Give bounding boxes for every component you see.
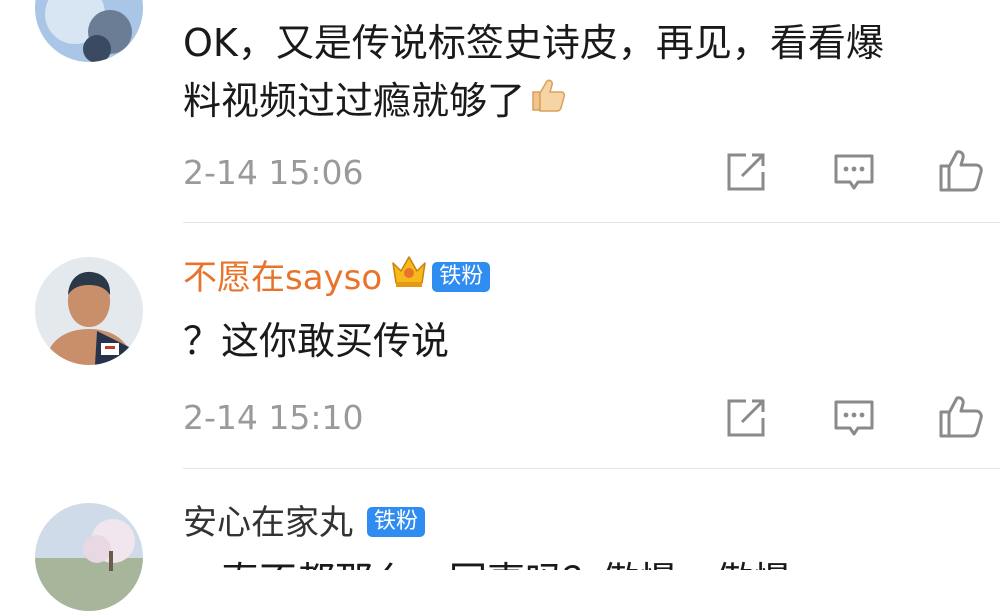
comment-1-like-button[interactable]: [938, 148, 983, 192]
comment-divider: [183, 222, 1000, 223]
comment-divider: [183, 468, 1000, 469]
like-icon: [939, 150, 983, 192]
like-icon: [939, 396, 983, 438]
comment-1-forward-button[interactable]: [724, 150, 768, 194]
share-edit-icon: [727, 399, 765, 437]
comment-2-like-button[interactable]: [938, 394, 983, 438]
fan-badge: 铁粉: [432, 261, 491, 292]
comment-3-username[interactable]: 安心在家丸 铁粉: [183, 501, 426, 545]
comment-2-avatar[interactable]: [35, 257, 143, 365]
comment-2-timestamp: 2-14 15:10: [183, 398, 364, 437]
comment-1-reply-button[interactable]: [832, 150, 876, 194]
comment-icon: [834, 154, 874, 190]
comment-2-text: ？这你敢买传说: [183, 319, 450, 363]
comment-1-text-line2: 料视频过过瘾就够了: [183, 72, 567, 133]
share-edit-icon: [727, 153, 765, 191]
fan-badge: 铁粉: [367, 506, 426, 537]
comment-2-forward-button[interactable]: [724, 396, 768, 440]
comment-3-text-clip: 一直不都那么一回事吗？傲慢、傲慢，很难: [183, 552, 803, 570]
crown-fan-icon: [390, 253, 428, 300]
comment-3-avatar[interactable]: [35, 503, 143, 611]
comment-2-username[interactable]: 不愿在sayso 铁粉: [183, 253, 491, 303]
thumbs-up-emoji-icon: [527, 71, 567, 129]
comment-2-reply-button[interactable]: [832, 396, 876, 440]
comment-1-avatar[interactable]: [35, 0, 143, 62]
comment-1-text: OK，又是传说标签史诗皮，再见，看看爆: [183, 21, 884, 65]
comment-1-timestamp: 2-14 15:06: [183, 153, 364, 192]
comment-icon: [834, 400, 874, 436]
comment-3-text: 一直不都那么一回事吗？傲慢、傲慢，很难: [183, 552, 803, 570]
